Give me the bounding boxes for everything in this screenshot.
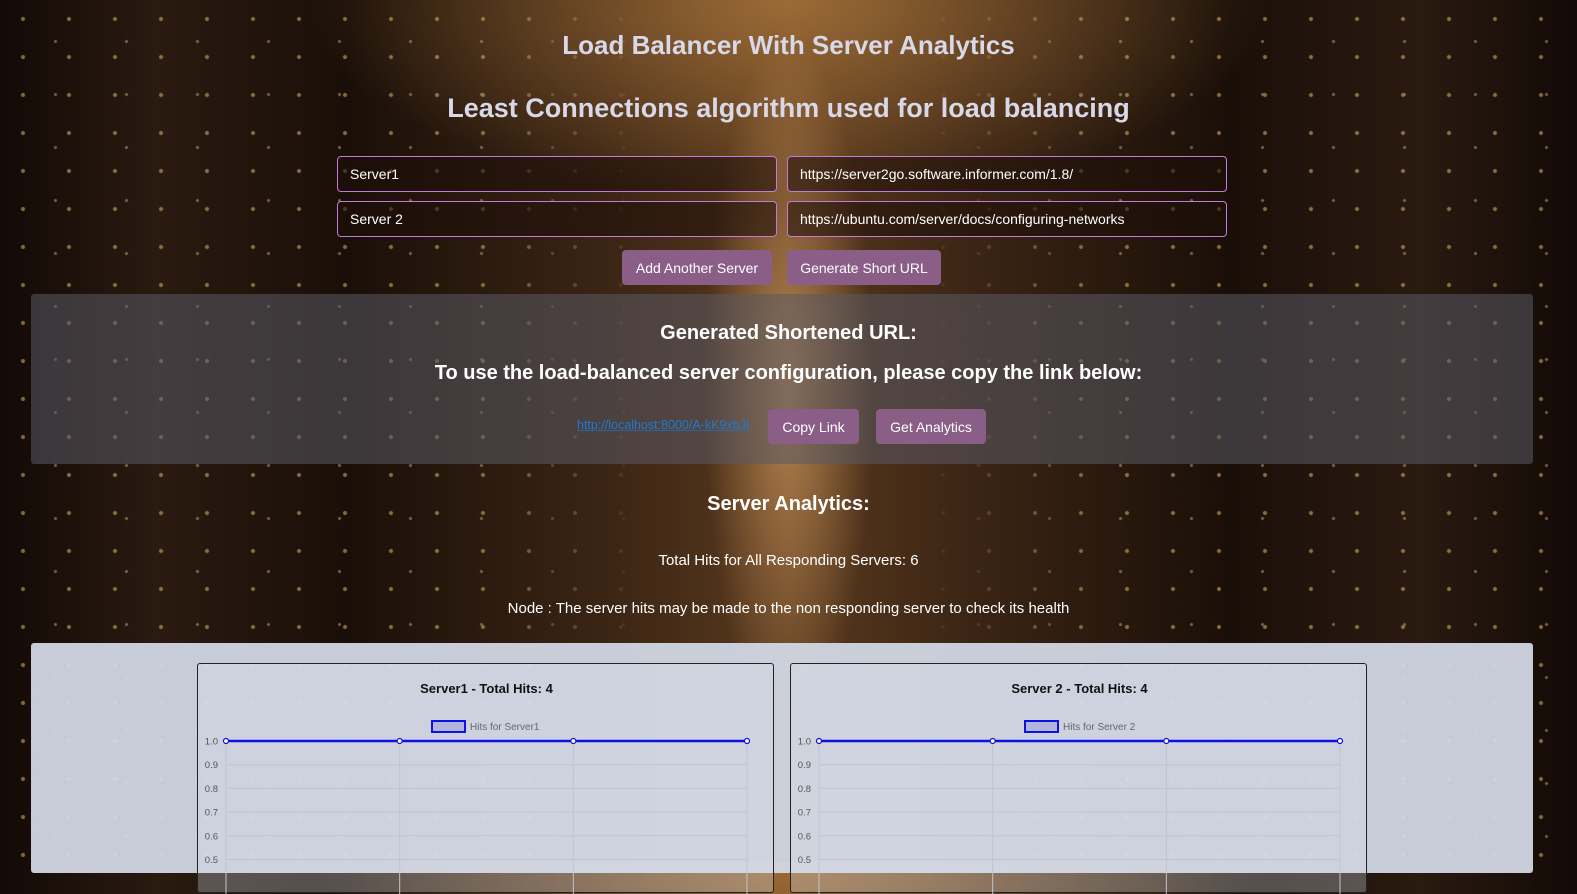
short-url-link[interactable]: http://localhost:8000/A-kK9xbJt — [577, 418, 749, 432]
y-tick-label: 0.8 — [205, 784, 218, 795]
data-point — [396, 737, 403, 745]
copy-link-button[interactable]: Copy Link — [768, 409, 859, 444]
analytics-title: Server Analytics: — [707, 493, 870, 515]
y-tick-label: 0.9 — [205, 760, 218, 771]
data-point — [570, 737, 577, 745]
y-tick-label: 0.6 — [205, 831, 218, 842]
chart-title: Server1 - Total Hits: 4 — [420, 681, 553, 696]
y-tick-label: 1.0 — [798, 737, 811, 748]
server-2-name-input[interactable] — [337, 201, 777, 237]
generate-short-url-button[interactable]: Generate Short URL — [787, 250, 941, 285]
get-analytics-button[interactable]: Get Analytics — [876, 409, 986, 444]
server-2-chart: Server 2 - Total Hits: 4 Hits for Server … — [790, 663, 1367, 894]
total-hits-text: Total Hits for All Responding Servers: 6 — [658, 552, 919, 569]
legend-label: Hits for Server 2 — [1063, 722, 1136, 733]
y-tick-label: 0.6 — [798, 831, 811, 842]
y-tick-label: 0.5 — [205, 855, 218, 866]
legend-swatch — [1024, 720, 1059, 733]
health-check-note: Node : The server hits may be made to th… — [507, 600, 1070, 617]
data-point — [1336, 737, 1344, 745]
server-1-chart-svg: Server1 - Total Hits: 4 Hits for Server1 1… — [205, 681, 751, 894]
data-point — [222, 737, 230, 745]
y-tick-label: 0.7 — [798, 808, 811, 819]
server-1-url-input[interactable] — [787, 156, 1227, 192]
page-title: Load Balancer With Server Analytics — [562, 30, 1015, 60]
load-balancer-page: Load Balancer With Server Analytics Leas… — [0, 0, 1577, 894]
copy-instruction: To use the load-balanced server configur… — [434, 362, 1143, 384]
server-1-chart: Server1 - Total Hits: 4 Hits for Server1 1… — [197, 663, 774, 894]
y-tick-label: 0.9 — [798, 760, 811, 771]
legend-label: Hits for Server1 — [470, 722, 540, 733]
data-point — [1163, 737, 1170, 745]
y-tick-label: 0.8 — [798, 784, 811, 795]
y-tick-label: 0.5 — [798, 855, 811, 866]
data-point — [743, 737, 751, 745]
algorithm-subtitle: Least Connections algorithm used for loa… — [447, 93, 1130, 123]
legend-swatch — [431, 720, 466, 733]
add-server-button[interactable]: Add Another Server — [622, 250, 772, 285]
y-tick-label: 1.0 — [205, 737, 218, 748]
server-2-chart-svg: Server 2 - Total Hits: 4 Hits for Server … — [798, 681, 1344, 894]
data-point — [815, 737, 823, 745]
generated-url-heading: Generated Shortened URL: — [660, 322, 917, 344]
chart-title: Server 2 - Total Hits: 4 — [1011, 681, 1148, 696]
server-2-url-input[interactable] — [787, 201, 1227, 237]
server-1-name-input[interactable] — [337, 156, 777, 192]
data-point — [989, 737, 996, 745]
y-tick-label: 0.7 — [205, 808, 218, 819]
